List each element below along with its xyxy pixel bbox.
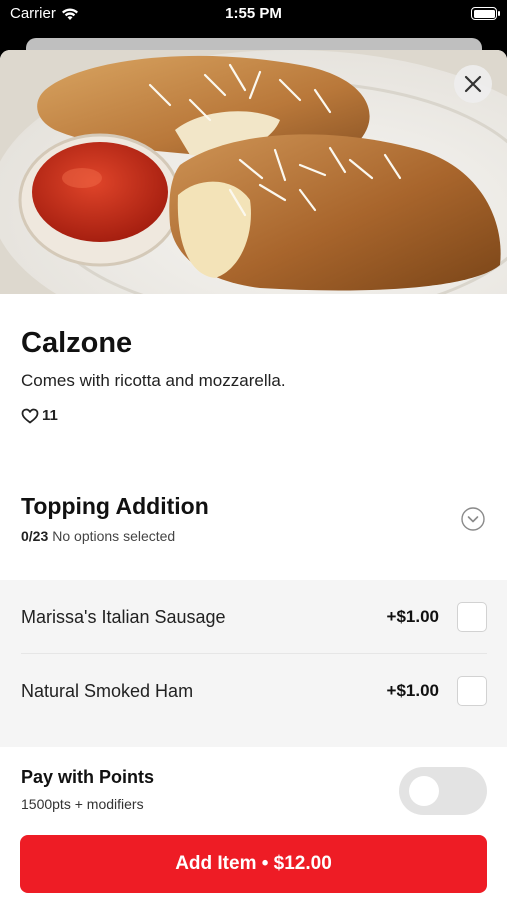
modifier-group-title: Topping Addition	[21, 493, 209, 519]
modifier-option-row[interactable]: Marissa's Italian Sausage +$1.00	[0, 580, 507, 654]
selection-status: No options selected	[52, 528, 176, 544]
item-title: Calzone	[21, 327, 133, 359]
heart-icon	[21, 408, 39, 423]
toggle-knob	[409, 776, 439, 806]
chevron-down-icon	[461, 507, 485, 531]
battery-icon	[471, 7, 500, 20]
pay-with-points-subtitle: 1500pts + modifiers	[21, 796, 144, 812]
checkout-footer: Pay with Points 1500pts + modifiers Add …	[0, 747, 507, 900]
close-icon	[464, 75, 482, 93]
like-count: 11	[42, 407, 58, 424]
modifier-option-row[interactable]: Natural Smoked Ham +$1.00	[0, 654, 507, 728]
add-item-button[interactable]: Add Item • $12.00	[20, 835, 487, 893]
option-price: +$1.00	[386, 681, 439, 700]
modifier-options-list: Marissa's Italian Sausage +$1.00 Natural…	[0, 580, 507, 750]
option-checkbox[interactable]	[457, 602, 487, 632]
option-name: Marissa's Italian Sausage	[21, 607, 226, 627]
item-description: Comes with ricotta and mozzarella.	[21, 371, 286, 390]
status-bar: Carrier 1:55 PM	[0, 0, 507, 28]
option-checkbox[interactable]	[457, 676, 487, 706]
collapse-group-button[interactable]	[461, 507, 485, 531]
selection-count: 0/23	[21, 528, 49, 544]
close-button[interactable]	[454, 65, 492, 103]
option-price: +$1.00	[386, 607, 439, 626]
item-photo	[0, 50, 507, 294]
like-button[interactable]: 11	[21, 407, 58, 424]
pay-with-points-toggle[interactable]	[399, 767, 487, 815]
option-name: Natural Smoked Ham	[21, 681, 194, 701]
item-detail-sheet: Calzone Comes with ricotta and mozzarell…	[0, 50, 507, 900]
status-time: 1:55 PM	[225, 5, 282, 22]
pay-with-points-title: Pay with Points	[21, 767, 155, 787]
modifier-group-status: 0/23 No options selected	[21, 528, 175, 544]
